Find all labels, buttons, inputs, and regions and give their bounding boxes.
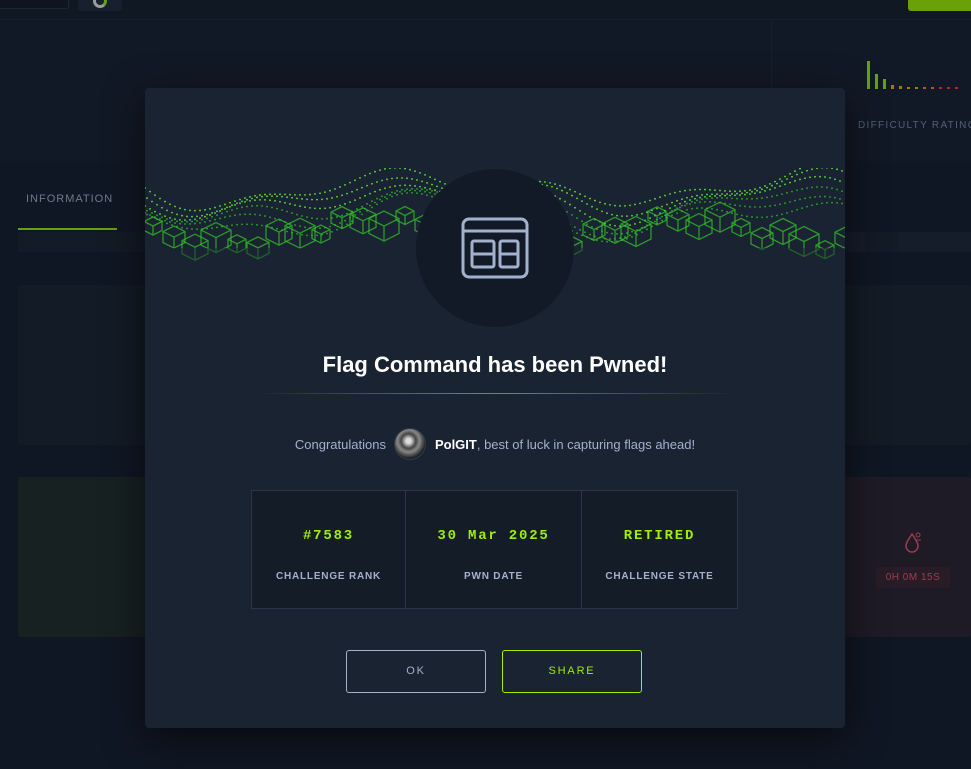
stat-challenge-rank: #7583 CHALLENGE RANK [252,491,406,608]
stat-label: CHALLENGE RANK [275,571,382,582]
stat-challenge-state: RETIRED CHALLENGE STATE [582,491,737,608]
stats-panel: #7583 CHALLENGE RANK 30 Mar 2025 PWN DAT… [251,490,738,609]
congratulations-message: Congratulations PolGIT , best of luck in… [145,428,845,460]
stat-value: 30 Mar 2025 [437,528,550,544]
username[interactable]: PolGIT [435,437,477,452]
stat-value: RETIRED [623,528,696,544]
dialog-title: Flag Command has been Pwned! [322,352,668,377]
congrats-suffix: , best of luck in capturing flags ahead! [476,436,696,452]
stat-value: #7583 [302,528,354,544]
congrats-prefix: Congratulations [294,436,386,452]
share-button[interactable]: SHARE [502,650,642,693]
title-divider [255,393,735,394]
pwned-dialog: Flag Command has been Pwned! Congratulat… [145,88,845,728]
stat-label: CHALLENGE STATE [605,571,714,582]
challenge-avatar [416,169,574,327]
ok-button[interactable]: OK [346,650,486,693]
stat-label: PWN DATE [464,571,523,582]
web-window-icon [461,217,529,279]
stat-pwn-date: 30 Mar 2025 PWN DATE [406,491,582,608]
user-avatar [393,428,426,460]
